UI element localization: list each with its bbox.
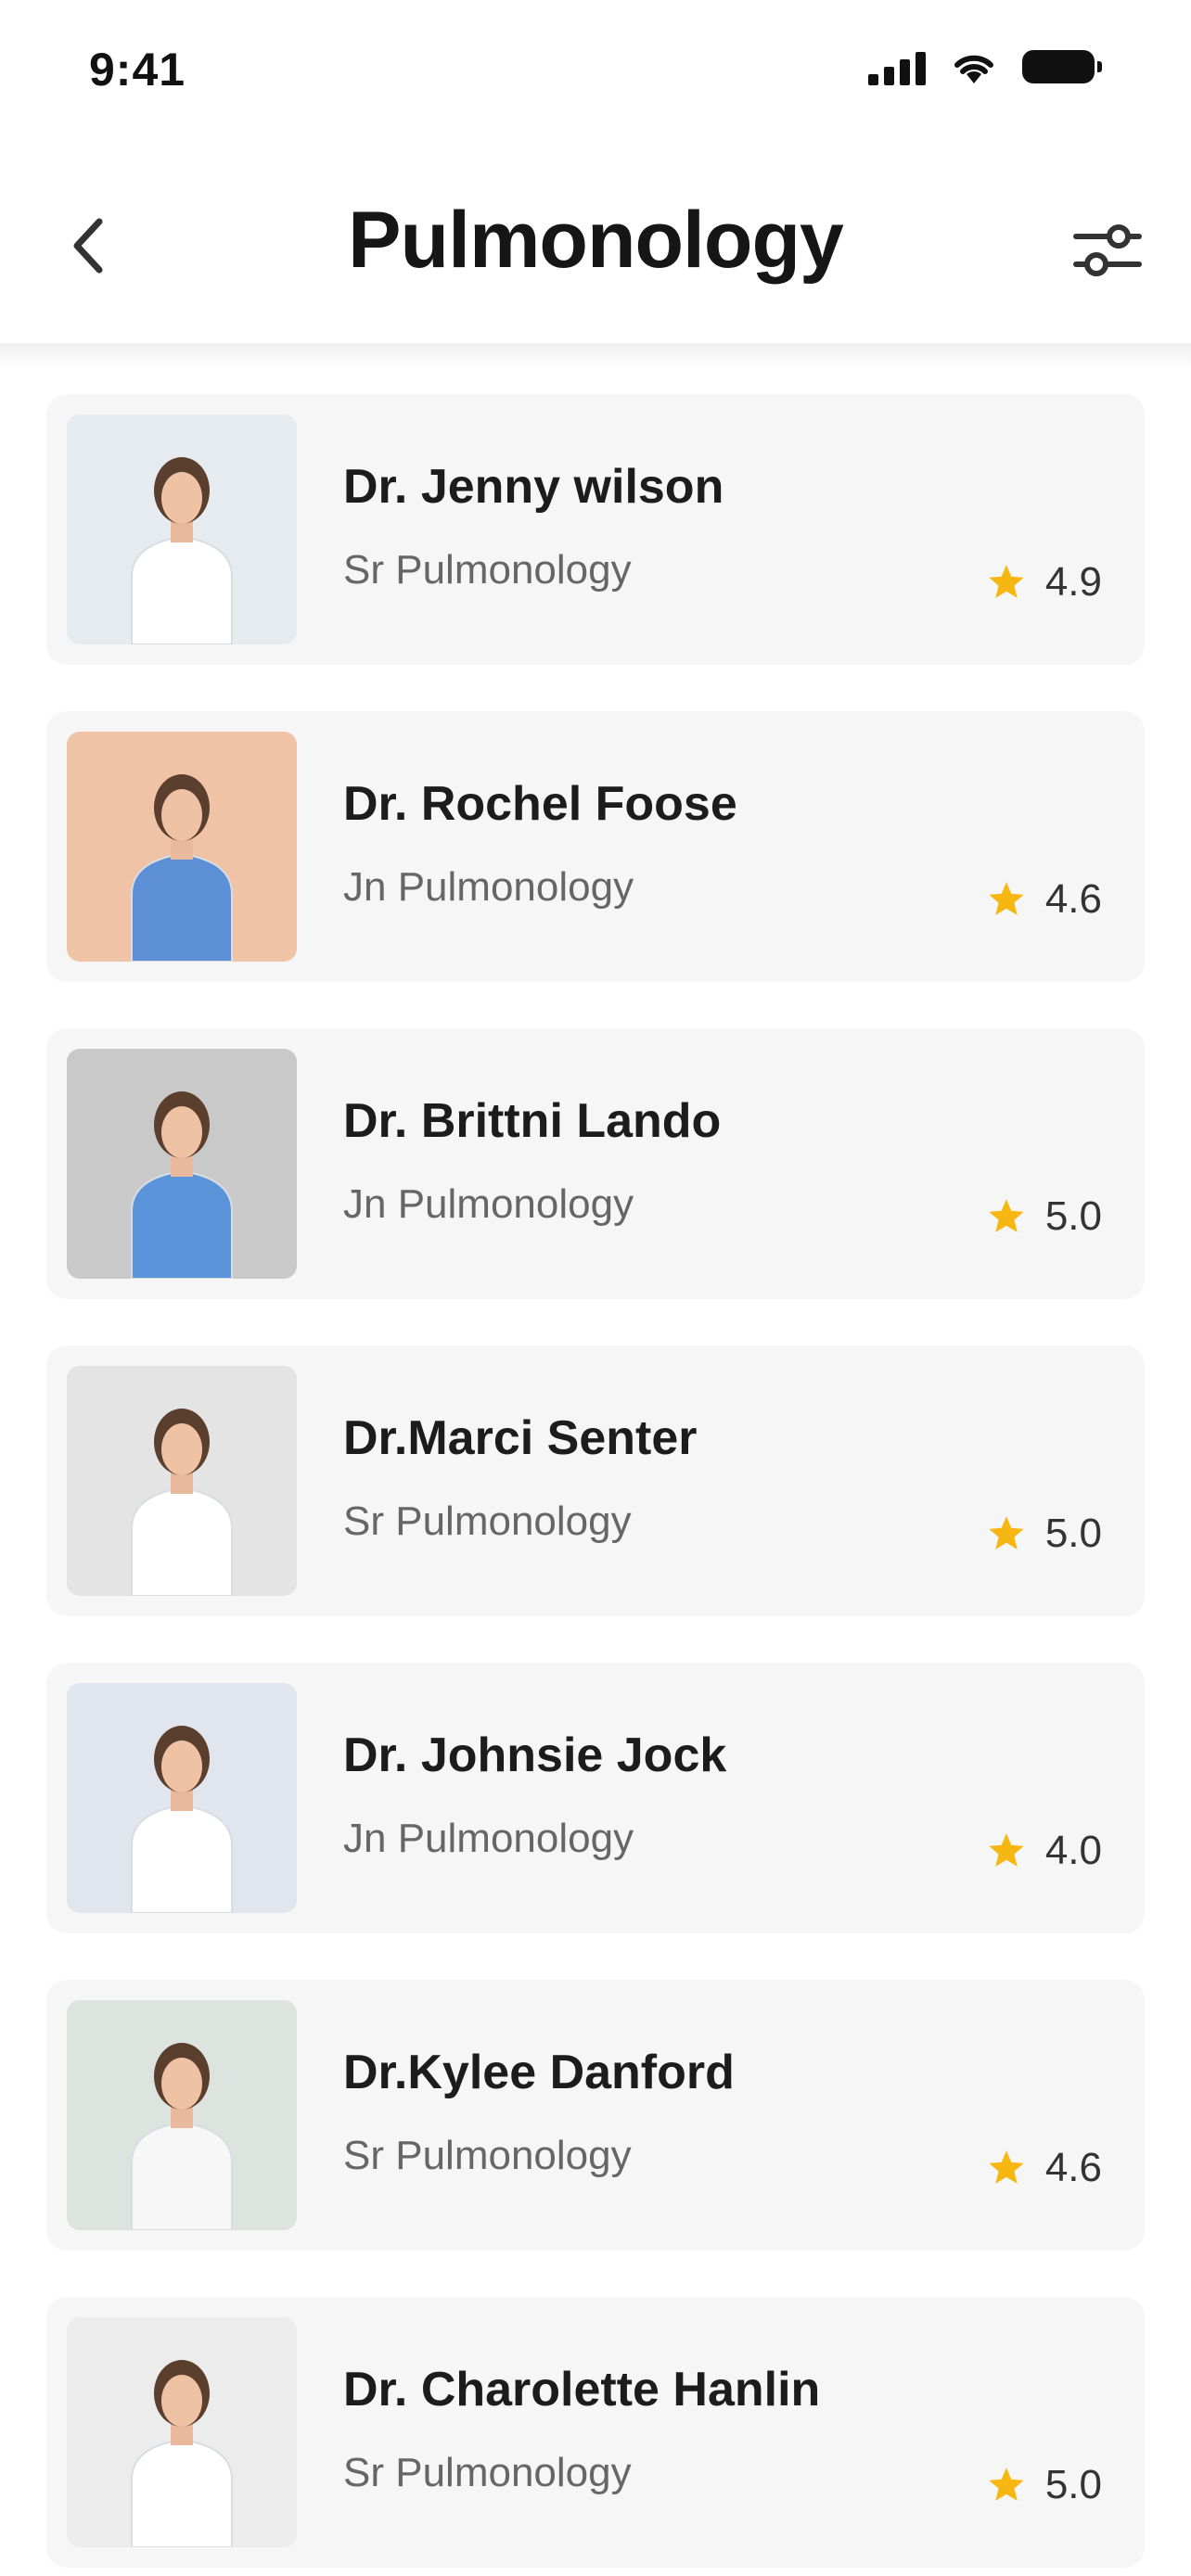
- doctor-name: Dr. Charolette Hanlin: [343, 2363, 821, 2417]
- doctor-photo-icon: [67, 1366, 297, 1596]
- doctor-specialty: Sr Pulmonology: [343, 1498, 632, 1544]
- doctor-card[interactable]: Dr.Kylee Danford Sr Pulmonology 4.6: [46, 1980, 1145, 2251]
- doctor-rating: 5.0: [986, 2462, 1102, 2508]
- doctor-name: Dr.Marci Senter: [343, 1411, 698, 1465]
- rating-value: 4.6: [1044, 876, 1102, 922]
- doctor-specialty: Jn Pulmonology: [343, 864, 634, 910]
- doctor-specialty: Jn Pulmonology: [343, 1181, 634, 1227]
- doctor-card[interactable]: Dr. Rochel Foose Jn Pulmonology 4.6: [46, 711, 1145, 982]
- status-bar: 9:41: [0, 0, 1191, 148]
- page-title: Pulmonology: [348, 196, 844, 285]
- star-icon: [989, 2150, 1024, 2184]
- doctor-rating: 5.0: [986, 1511, 1102, 1557]
- doctor-card[interactable]: Dr. Jenny wilson Sr Pulmonology 4.9: [46, 394, 1145, 665]
- rating-value: 5.0: [1044, 1193, 1102, 1239]
- rating-value: 4.0: [1044, 1828, 1102, 1873]
- doctor-rating: 4.9: [986, 559, 1102, 606]
- doctor-list: Dr. Jenny wilson Sr Pulmonology 4.9 Dr. …: [46, 394, 1145, 2568]
- doctor-name: Dr. Brittni Lando: [343, 1094, 722, 1148]
- doctor-name: Dr. Rochel Foose: [343, 777, 737, 831]
- nav-divider: [0, 343, 1191, 371]
- doctor-avatar: [67, 1366, 297, 1596]
- doctor-photo-icon: [67, 1049, 297, 1279]
- star-icon: [989, 1516, 1024, 1549]
- rating-value: 4.9: [1044, 559, 1102, 605]
- sliders-icon: [1073, 224, 1142, 276]
- star-icon: [989, 882, 1024, 915]
- status-time: 9:41: [89, 44, 186, 96]
- doctor-avatar: [67, 2000, 297, 2230]
- doctor-photo-icon: [67, 1683, 297, 1913]
- battery-icon: [1022, 50, 1102, 83]
- doctor-card[interactable]: Dr. Brittni Lando Jn Pulmonology 5.0: [46, 1028, 1145, 1299]
- doctor-name: Dr.Kylee Danford: [343, 2046, 735, 2099]
- doctor-avatar: [67, 414, 297, 644]
- doctor-avatar: [67, 1683, 297, 1913]
- doctor-rating: 4.6: [986, 2145, 1102, 2191]
- nav-bar: Pulmonology: [0, 167, 1191, 352]
- status-icons: [868, 48, 1102, 85]
- doctor-rating: 5.0: [986, 1193, 1102, 1240]
- star-icon: [989, 565, 1024, 598]
- doctor-card[interactable]: Dr. Charolette Hanlin Sr Pulmonology 5.0: [46, 2297, 1145, 2568]
- doctor-photo-icon: [67, 2000, 297, 2230]
- cellular-signal-icon: [868, 48, 926, 85]
- wifi-icon: [954, 55, 993, 83]
- doctor-avatar: [67, 732, 297, 962]
- filter-button[interactable]: [1061, 204, 1154, 297]
- doctor-name: Dr. Johnsie Jock: [343, 1728, 727, 1782]
- doctor-specialty: Sr Pulmonology: [343, 2450, 632, 2495]
- doctor-rating: 4.0: [986, 1828, 1102, 1874]
- doctor-avatar: [67, 1049, 297, 1279]
- doctor-name: Dr. Jenny wilson: [343, 460, 724, 514]
- rating-value: 5.0: [1044, 1511, 1102, 1556]
- doctor-photo-icon: [67, 2317, 297, 2547]
- doctor-card[interactable]: Dr.Marci Senter Sr Pulmonology 5.0: [46, 1345, 1145, 1616]
- doctor-avatar: [67, 2317, 297, 2547]
- star-icon: [989, 1833, 1024, 1867]
- doctor-specialty: Sr Pulmonology: [343, 2133, 632, 2178]
- doctor-specialty: Sr Pulmonology: [343, 547, 632, 593]
- doctor-specialty: Jn Pulmonology: [343, 1816, 634, 1861]
- doctor-photo-icon: [67, 732, 297, 962]
- rating-value: 5.0: [1044, 2462, 1102, 2507]
- doctor-photo-icon: [67, 414, 297, 644]
- star-icon: [989, 1199, 1024, 1232]
- rating-value: 4.6: [1044, 2145, 1102, 2190]
- doctor-rating: 4.6: [986, 876, 1102, 923]
- star-icon: [989, 2468, 1024, 2501]
- doctor-card[interactable]: Dr. Johnsie Jock Jn Pulmonology 4.0: [46, 1663, 1145, 1933]
